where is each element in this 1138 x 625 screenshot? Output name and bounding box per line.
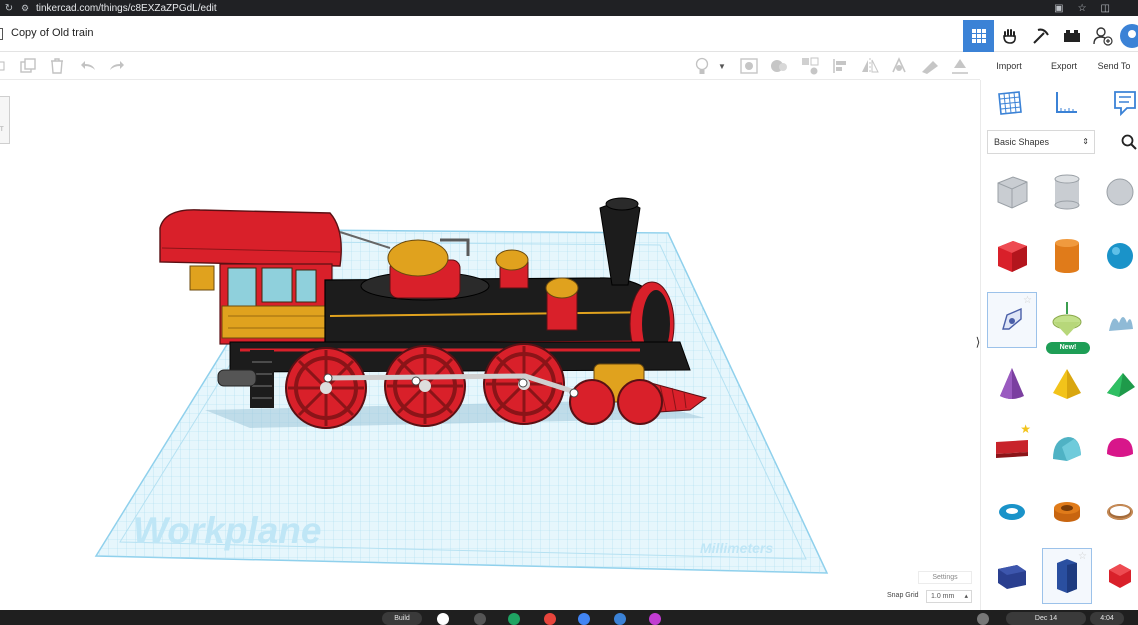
cruise-icon[interactable] [890,57,908,75]
install-app-icon[interactable]: ▣ [1054,3,1063,14]
favorite-star-icon[interactable]: ★ [1020,422,1031,436]
torus-shape[interactable] [987,484,1037,540]
launcher-icon[interactable] [437,613,449,625]
shapes-panel: Basic Shapes ⇕ ☆ New! ★ ☆ [980,80,1138,610]
box-hole-shape[interactable] [987,164,1037,220]
wedge-shape[interactable] [1095,356,1138,412]
grid-view-icon[interactable] [997,90,1023,121]
polygon-shape[interactable] [987,548,1037,604]
panel-view-icons [981,88,1138,120]
browser-actions: ▣ ☆ ◫ [1054,0,1138,16]
ring-shape[interactable] [1095,484,1138,540]
reload-icon[interactable]: ↻ [0,3,18,14]
shape-generator-shape[interactable] [1095,292,1138,348]
shape-category-value: Basic Shapes [994,137,1050,147]
screen-icon[interactable] [977,613,989,625]
snap-grid-label: Snap Grid [887,592,919,599]
select-arrows-icon: ⇕ [1082,137,1089,146]
icosahedron-shape[interactable] [1095,548,1138,604]
sphere-shape[interactable] [1095,228,1138,284]
workplane-label: Workplane [133,510,321,551]
pickaxe-icon[interactable] [1025,20,1056,52]
cone-shape[interactable] [987,356,1037,412]
app-icon[interactable] [649,613,661,625]
favorite-star-icon[interactable]: ☆ [1023,295,1032,306]
tinkercad-editor: ↻ ⚙ tinkercad.com/things/c8EXZaZPGdL/edi… [0,0,1138,625]
new-badge: New! [1046,342,1090,354]
delete-icon[interactable] [48,57,66,75]
dropdown-icon[interactable]: ▼ [715,57,729,75]
browser-url-bar: ↻ ⚙ tinkercad.com/things/c8EXZaZPGdL/edi… [0,0,1138,16]
top-nav-icons [963,20,1138,52]
redo-icon[interactable] [108,57,126,75]
site-info-icon[interactable]: ⚙ [18,3,32,14]
tube-shape[interactable] [1042,484,1092,540]
menu-edge-icon[interactable] [0,28,3,40]
pyramid-shape[interactable] [1042,356,1092,412]
sheets-icon[interactable] [508,613,520,625]
undo-icon[interactable] [79,57,97,75]
app-icon[interactable] [474,613,486,625]
taskbar-time[interactable]: 4:04 [1090,612,1124,625]
import-button[interactable]: Import [980,52,1038,80]
notes-icon[interactable] [1113,90,1137,121]
ungroup-icon[interactable] [770,57,788,75]
search-icon[interactable] [1121,134,1137,155]
text-shape[interactable]: ★ [987,420,1037,476]
shape-category-select[interactable]: Basic Shapes ⇕ [987,130,1095,154]
units-label: Millimeters [700,540,773,556]
taskbar-date[interactable]: Dec 14 [1006,612,1086,625]
snap-grid-select[interactable]: 1.0 mm [926,590,972,603]
cylinder-hole-shape[interactable] [1042,164,1092,220]
mirror-icon[interactable] [861,57,879,75]
favorite-star-icon[interactable]: ☆ [1078,551,1087,562]
extensions-icon[interactable]: ◫ [1101,3,1110,14]
group-icon[interactable] [740,57,758,75]
ruler-icon[interactable] [1053,90,1079,121]
workplane-icon[interactable] [951,57,969,75]
hole-icon[interactable] [801,57,819,75]
edge-icon [0,57,6,75]
export-buttons: Import Export Send To [980,52,1138,80]
half-sphere-shape[interactable] [1095,420,1138,476]
design-title[interactable]: Copy of Old train [11,27,94,39]
box-shape[interactable] [987,228,1037,284]
chrome-icon[interactable] [544,613,556,625]
cylinder-shape[interactable] [1042,228,1092,284]
spinner-shape[interactable]: New! [1042,292,1092,354]
calendar-icon[interactable] [578,613,590,625]
scribble-shape[interactable]: ☆ [987,292,1037,348]
bookmark-star-icon[interactable]: ☆ [1078,3,1087,14]
align-icon[interactable] [832,57,850,75]
add-user-icon[interactable] [1087,20,1118,52]
settings-button[interactable]: Settings [918,571,972,584]
light-bulb-icon[interactable] [693,57,711,75]
avatar[interactable] [1118,20,1138,52]
title-bar: Copy of Old train [0,16,1138,52]
os-taskbar: Build Dec 14 4:04 [0,610,1138,625]
export-button[interactable]: Export [1038,52,1090,80]
ruler-icon[interactable] [921,57,939,75]
collapse-panel-icon[interactable]: ⟩ [973,335,980,357]
send-to-button[interactable]: Send To [1090,52,1138,80]
blocks-icon[interactable] [1056,20,1087,52]
tinker-hand-icon[interactable] [994,20,1025,52]
half-cylinder-shape[interactable] [1042,420,1092,476]
url-text[interactable]: tinkercad.com/things/c8EXZaZPGdL/edit [36,3,217,14]
grid-view-icon[interactable] [963,20,994,52]
taskbar-build-item[interactable]: Build [382,612,422,625]
workplane-scene[interactable]: Workplane Millimeters [0,80,980,610]
3d-canvas[interactable]: T Workplane Millimeters Settings Snap Gr… [0,80,980,610]
copy-icon[interactable] [19,57,37,75]
edit-toolbar: ▼ [0,52,980,80]
files-icon[interactable] [614,613,626,625]
sphere-hole-shape[interactable] [1095,164,1138,220]
hexagonal-prism-shape[interactable]: ☆ [1042,548,1092,604]
